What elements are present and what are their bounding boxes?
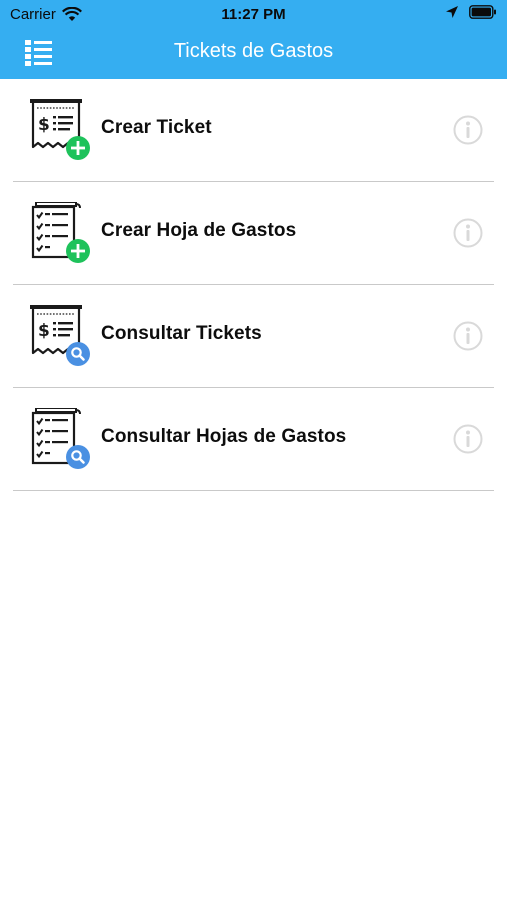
checklist-search-icon — [31, 408, 90, 469]
list-item-consultar-tickets[interactable]: $ Consultar Tickets — [0, 285, 507, 388]
menu-list: $ Crear Ticket Crear Hoja de Gastos $ Co… — [0, 79, 507, 491]
status-time: 11:27 PM — [221, 6, 286, 23]
list-item-label: Crear Ticket — [101, 117, 212, 138]
checklist-add-icon — [31, 202, 90, 263]
list-item-label: Consultar Hojas de Gastos — [101, 426, 347, 447]
svg-text:$: $ — [38, 115, 50, 135]
list-item-label: Crear Hoja de Gastos — [101, 220, 297, 241]
status-right — [445, 5, 497, 19]
receipt-add-icon: $ — [30, 99, 90, 160]
app-header: Carrier 11:27 PM Tickets de Gastos — [0, 0, 507, 79]
list-item-label: Consultar Tickets — [101, 323, 262, 344]
list-item-crear-hoja-de-gastos[interactable]: Crear Hoja de Gastos — [0, 182, 507, 285]
info-icon[interactable] — [453, 424, 483, 454]
info-icon[interactable] — [453, 321, 483, 351]
battery-icon — [469, 5, 496, 19]
list-item-crear-ticket[interactable]: $ Crear Ticket — [0, 79, 507, 182]
info-icon[interactable] — [453, 218, 483, 248]
receipt-search-icon: $ — [30, 305, 90, 366]
info-icon[interactable] — [453, 115, 483, 145]
page-title: Tickets de Gastos — [173, 40, 334, 62]
list-item-consultar-hojas-de-gastos[interactable]: Consultar Hojas de Gastos — [0, 388, 507, 491]
status-bar: Carrier 11:27 PM — [0, 0, 507, 28]
row-separator — [13, 489, 494, 491]
navigation-bar: Tickets de Gastos — [0, 28, 507, 79]
svg-text:$: $ — [38, 321, 50, 341]
location-arrow-icon — [446, 6, 458, 18]
